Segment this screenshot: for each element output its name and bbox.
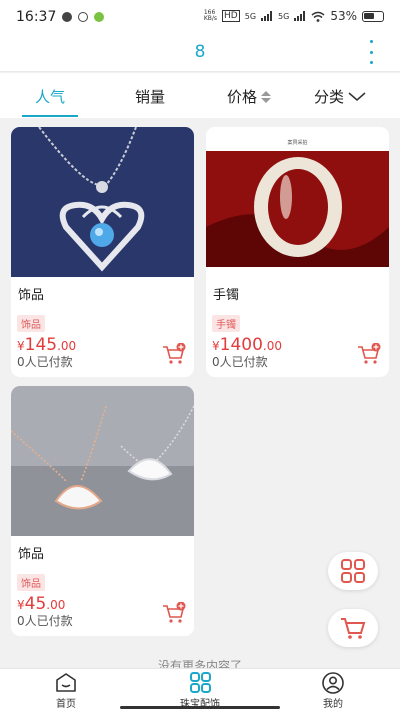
tab-popularity-label: 人气 (35, 88, 66, 106)
paid-count: 0人已付款 (17, 614, 73, 628)
product-title: 手镯 (213, 288, 240, 303)
status-time: 16:37 (16, 9, 57, 25)
product-card[interactable]: 饰品 饰品 ¥ 145 .00 0人已付款 (11, 127, 194, 377)
battery-icon (362, 10, 384, 22)
jewelry-grid-icon (190, 672, 211, 693)
add-to-cart-icon[interactable] (162, 343, 186, 365)
product-title: 饰品 (18, 547, 45, 562)
product-price: ¥ 1400 .00 (212, 335, 282, 355)
app-header: 8 (0, 34, 400, 72)
notification-icons (62, 12, 104, 22)
add-to-cart-icon[interactable] (357, 343, 381, 365)
hd-icon: HD (222, 10, 240, 22)
status-bar: 16:37 166 KB/s HD 5G 5G 53% (0, 0, 400, 34)
nav-mine-label: 我的 (323, 699, 343, 710)
image-caption: 案貝采拍 (206, 139, 389, 146)
bottom-nav: 首页 珠宝配饰 我的 (0, 668, 400, 711)
page-title: 8 (194, 42, 206, 62)
add-to-cart-icon[interactable] (162, 602, 186, 624)
grid-view-button[interactable] (328, 552, 378, 590)
tab-price-label: 价格 (227, 88, 258, 106)
battery-percent: 53% (330, 9, 357, 23)
grid-icon (341, 559, 365, 583)
category-badge: 饰品 (17, 315, 45, 332)
shopping-cart-icon (341, 618, 366, 639)
product-price: ¥ 145 .00 (17, 335, 77, 355)
product-price: ¥ 45 .00 (17, 594, 66, 614)
home-indicator (120, 706, 280, 709)
tab-sales[interactable]: 销量 (135, 86, 165, 107)
nav-home-label: 首页 (56, 699, 76, 710)
user-profile-icon (322, 672, 344, 694)
product-card[interactable]: 饰品 饰品 ¥ 45 .00 0人已付款 (11, 386, 194, 636)
product-image-jade-bangle (206, 127, 389, 277)
signal-5g-icon: 5G (244, 11, 257, 21)
paid-count: 0人已付款 (17, 355, 73, 369)
sort-tabs: 人气 销量 价格 分类 (0, 73, 400, 118)
home-icon (56, 673, 76, 692)
tab-category-label: 分类 (314, 88, 345, 106)
active-tab-indicator (22, 115, 78, 117)
wechat-notification-icon (94, 12, 104, 22)
status-indicators: 166 KB/s HD 5G 5G 53% (204, 9, 384, 23)
chevron-down-icon (348, 91, 366, 101)
signal-bars-icon (261, 11, 273, 21)
chat-notification-icon (78, 12, 88, 22)
cart-button[interactable] (328, 609, 378, 647)
nav-home[interactable]: 首页 (26, 672, 106, 710)
category-badge: 饰品 (17, 574, 45, 591)
signal-bars-icon-2 (294, 11, 306, 21)
sort-arrows-icon (261, 90, 272, 103)
nav-mine[interactable]: 我的 (293, 672, 373, 710)
product-card[interactable]: 案貝采拍 手镯 手镯 ¥ 1400 .00 0人已付款 (206, 127, 389, 377)
tab-popularity[interactable]: 人气 (35, 86, 65, 107)
tab-price[interactable]: 价格 (227, 86, 272, 107)
app-notification-icon (62, 12, 72, 22)
product-title: 饰品 (18, 288, 45, 303)
wifi-icon (311, 11, 325, 22)
net-speed-unit: KB/s (203, 15, 218, 22)
paid-count: 0人已付款 (212, 355, 268, 369)
more-options-icon[interactable] (366, 40, 376, 64)
product-image-shell-necklaces (11, 386, 194, 536)
signal-5g-icon-2: 5G (278, 11, 290, 21)
product-image-heart-necklace (11, 127, 194, 277)
nav-jewelry[interactable]: 珠宝配饰 (160, 672, 240, 710)
category-badge: 手镯 (212, 315, 240, 332)
tab-sales-label: 销量 (135, 88, 166, 106)
tab-category[interactable]: 分类 (314, 86, 366, 107)
